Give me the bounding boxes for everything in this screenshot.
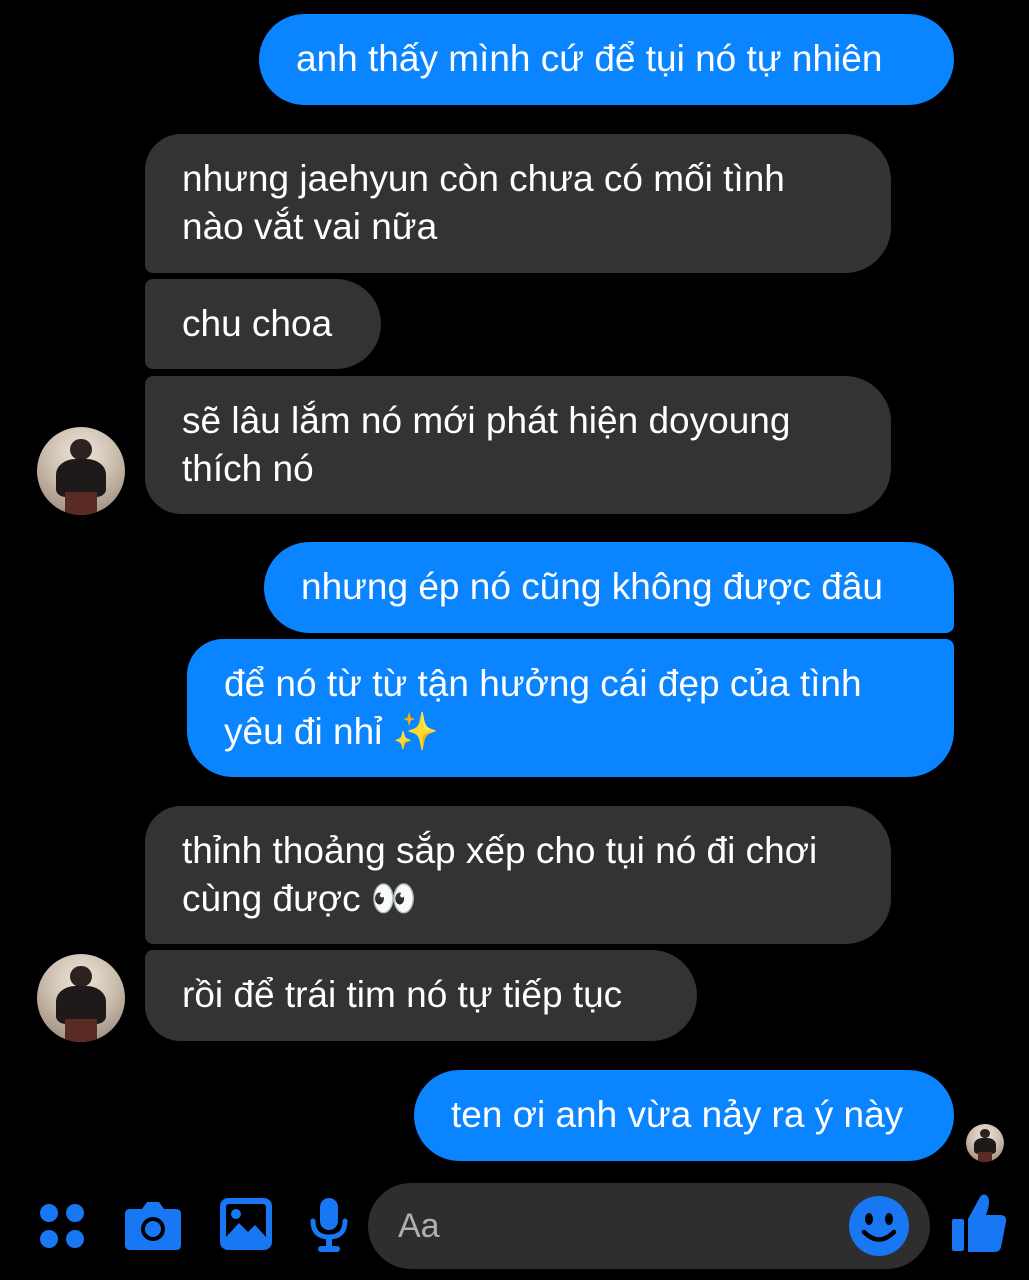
message-text: ten ơi anh vừa nảy ra ý này [451,1094,904,1135]
message-text: rồi để trái tim nó tự tiếp tục [182,974,623,1015]
menu-dots-icon[interactable] [39,1203,85,1249]
message-composer[interactable]: Aa [368,1183,930,1269]
message-bubble-sent[interactable]: nhưng ép nó cũng không được đâu [264,542,954,633]
message-text: để nó từ từ tận hưởng cái đẹp của tình y… [224,663,862,752]
message-bubble-received[interactable]: sẽ lâu lắm nó mới phát hiện doyoung thíc… [145,376,891,514]
message-text: nhưng ép nó cũng không được đâu [301,566,883,607]
message-bubble-sent[interactable]: anh thấy mình cứ để tụi nó tự nhiên [259,14,954,105]
message-bubble-received[interactable]: nhưng jaehyun còn chưa có mối tình nào v… [145,134,891,273]
message-text: anh thấy mình cứ để tụi nó tự nhiên [296,38,883,79]
message-input[interactable]: Aa [398,1207,440,1246]
message-text: chu choa [182,303,333,344]
message-bubble-sent[interactable]: ten ơi anh vừa nảy ra ý này [414,1070,954,1161]
message-bubble-received[interactable]: thỉnh thoảng sắp xếp cho tụi nó đi chơi … [145,806,891,944]
microphone-icon[interactable] [309,1197,349,1253]
message-text: thỉnh thoảng sắp xếp cho tụi nó đi chơi … [182,830,818,919]
camera-icon[interactable] [124,1199,182,1251]
thumbs-up-icon[interactable] [950,1193,1008,1255]
contact-avatar[interactable] [37,954,125,1042]
emoji-icon[interactable] [848,1195,910,1257]
message-text: sẽ lâu lắm nó mới phát hiện doyoung thíc… [182,400,791,489]
contact-avatar[interactable] [37,427,125,515]
message-bubble-received[interactable]: chu choa [145,279,381,369]
message-bubble-received[interactable]: rồi để trái tim nó tự tiếp tục [145,950,697,1041]
message-text: nhưng jaehyun còn chưa có mối tình nào v… [182,158,785,247]
read-receipt-avatar [966,1124,1004,1162]
message-bubble-sent[interactable]: để nó từ từ tận hưởng cái đẹp của tình y… [187,639,954,777]
gallery-icon[interactable] [219,1197,273,1251]
